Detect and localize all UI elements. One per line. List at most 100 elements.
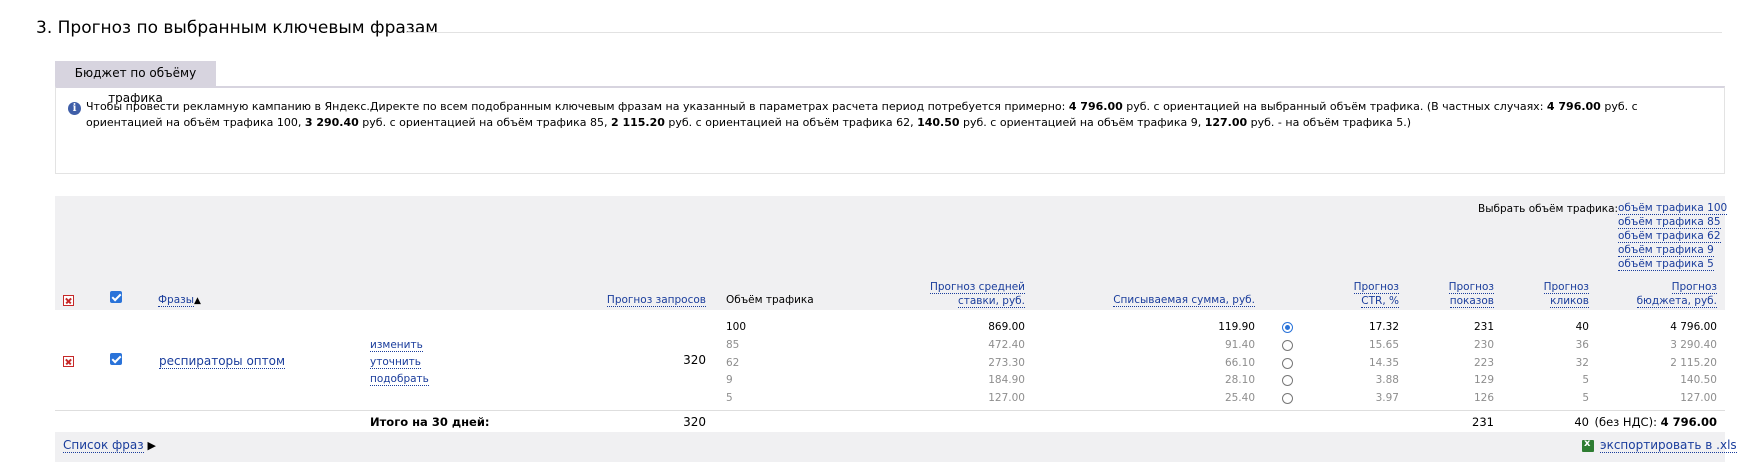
level-shows: 231 bbox=[1473, 321, 1494, 333]
header-ctr-line2[interactable]: CTR, % bbox=[1361, 295, 1399, 308]
info-value-62: 2 115.20 bbox=[610, 116, 665, 129]
header-bid-line2[interactable]: ставки, руб. bbox=[957, 295, 1025, 308]
level-ctr: 3.97 bbox=[1375, 392, 1399, 404]
level-bid: 869.00 bbox=[988, 321, 1025, 333]
info-text-part: руб. с ориентацией на объём трафика 9, bbox=[959, 116, 1205, 129]
header-ctr[interactable]: Прогноз bbox=[1353, 281, 1399, 294]
level-traffic: 85 bbox=[726, 339, 740, 351]
level-budget: 3 290.40 bbox=[1670, 339, 1717, 351]
forecast-info-box: i Чтобы провести рекламную кампанию в Ян… bbox=[55, 86, 1725, 174]
traffic-select-label: Выбрать объём трафика: bbox=[1478, 203, 1619, 215]
action-change[interactable]: изменить bbox=[370, 339, 423, 352]
level-budget: 127.00 bbox=[1680, 392, 1717, 404]
totals-shows: 231 bbox=[1472, 415, 1494, 429]
level-charge: 25.40 bbox=[1224, 392, 1255, 404]
forecast-summary-text: Чтобы провести рекламную кампанию в Янде… bbox=[86, 99, 1711, 131]
level-ctr: 15.65 bbox=[1368, 339, 1399, 351]
action-pick[interactable]: подобрать bbox=[370, 373, 429, 386]
totals-budget-value: 4 796.00 bbox=[1660, 415, 1717, 429]
info-text-part: Чтобы провести рекламную кампанию в Янде… bbox=[86, 100, 1069, 113]
header-charge[interactable]: Списываемая сумма, руб. bbox=[1113, 294, 1255, 307]
phrase-list-link[interactable]: Список фраз bbox=[63, 438, 144, 453]
section-divider bbox=[406, 32, 1722, 33]
level-ctr: 3.88 bbox=[1375, 374, 1399, 386]
export-xls-link[interactable]: экспортировать в .xls bbox=[1600, 438, 1737, 453]
level-shows: 129 bbox=[1473, 374, 1494, 386]
level-ctr: 14.35 bbox=[1368, 357, 1399, 369]
select-all-checkbox[interactable] bbox=[110, 291, 122, 303]
header-shows[interactable]: Прогноз bbox=[1448, 281, 1494, 294]
traffic-level-radio[interactable] bbox=[1282, 340, 1293, 351]
level-charge: 66.10 bbox=[1224, 357, 1255, 369]
level-bid: 184.90 bbox=[988, 374, 1025, 386]
totals-divider bbox=[55, 410, 1725, 411]
sort-asc-icon: ▲ bbox=[194, 296, 201, 306]
level-ctr: 17.32 bbox=[1368, 321, 1399, 333]
info-value-85: 3 290.40 bbox=[304, 116, 359, 129]
level-shows: 223 bbox=[1473, 357, 1494, 369]
action-refine[interactable]: уточнить bbox=[370, 356, 421, 369]
header-clicks-line2[interactable]: кликов bbox=[1550, 295, 1589, 308]
header-budget[interactable]: Прогноз bbox=[1671, 281, 1717, 294]
header-requests[interactable]: Прогноз запросов bbox=[606, 294, 706, 307]
totals-budget: (без НДС): 4 796.00 bbox=[1560, 415, 1718, 429]
traffic-option-9[interactable]: объём трафика 9 bbox=[1618, 244, 1714, 257]
level-budget: 2 115.20 bbox=[1670, 357, 1717, 369]
info-icon: i bbox=[68, 102, 81, 115]
header-clicks[interactable]: Прогноз bbox=[1543, 281, 1589, 294]
totals-requests: 320 bbox=[683, 415, 706, 429]
info-value-selected: 4 796.00 bbox=[1068, 100, 1123, 113]
info-text-part: руб. с ориентацией на объём трафика 62, bbox=[664, 116, 918, 129]
level-clicks: 32 bbox=[1575, 357, 1589, 369]
tab-budget-by-traffic[interactable]: Бюджет по объёму трафика bbox=[55, 61, 216, 105]
level-bid: 472.40 bbox=[988, 339, 1025, 351]
delete-phrase-icon[interactable] bbox=[63, 356, 74, 367]
totals-label: Итого на 30 дней: bbox=[370, 415, 490, 429]
header-traffic: Объём трафика bbox=[726, 294, 814, 306]
level-charge: 28.10 bbox=[1224, 374, 1255, 386]
header-bid[interactable]: Прогноз средней bbox=[929, 281, 1025, 294]
level-clicks: 5 bbox=[1582, 392, 1589, 404]
expand-arrow-icon: ▶ bbox=[147, 439, 156, 452]
traffic-level-radio[interactable] bbox=[1282, 358, 1293, 369]
phrase-checkbox[interactable] bbox=[110, 353, 122, 365]
traffic-option-62[interactable]: объём трафика 62 bbox=[1618, 230, 1721, 243]
info-text-part: руб. с ориентацией на объём трафика 85, bbox=[358, 116, 611, 129]
delete-all-icon[interactable] bbox=[63, 295, 74, 306]
info-value-100: 4 796.00 bbox=[1546, 100, 1601, 113]
phrase-requests: 320 bbox=[683, 353, 706, 367]
info-value-9: 140.50 bbox=[917, 116, 960, 129]
level-shows: 126 bbox=[1473, 392, 1494, 404]
header-shows-line2[interactable]: показов bbox=[1449, 295, 1494, 308]
level-bid: 273.30 bbox=[988, 357, 1025, 369]
level-budget: 4 796.00 bbox=[1670, 321, 1717, 333]
level-charge: 119.90 bbox=[1218, 321, 1255, 333]
level-traffic: 9 bbox=[726, 374, 733, 386]
table-footer bbox=[55, 432, 1725, 462]
traffic-option-5[interactable]: объём трафика 5 bbox=[1618, 258, 1714, 271]
phrase-link[interactable]: респираторы оптом bbox=[159, 354, 286, 369]
level-traffic: 5 bbox=[726, 392, 733, 404]
traffic-level-radio[interactable] bbox=[1282, 375, 1293, 386]
traffic-level-radio[interactable] bbox=[1282, 393, 1293, 404]
traffic-option-85[interactable]: объём трафика 85 bbox=[1618, 216, 1721, 229]
level-shows: 230 bbox=[1473, 339, 1494, 351]
level-clicks: 36 bbox=[1575, 339, 1589, 351]
info-value-5: 127.00 bbox=[1204, 116, 1248, 129]
level-traffic: 100 bbox=[726, 321, 747, 333]
traffic-option-100[interactable]: объём трафика 100 bbox=[1618, 202, 1728, 215]
level-clicks: 5 bbox=[1582, 374, 1589, 386]
info-text-part: руб. с ориентацией на выбранный объём тр… bbox=[1122, 100, 1547, 113]
traffic-level-radio[interactable] bbox=[1282, 322, 1293, 333]
sort-by-phrases[interactable]: Фразы bbox=[158, 294, 195, 307]
level-clicks: 40 bbox=[1575, 321, 1589, 333]
level-traffic: 62 bbox=[726, 357, 740, 369]
totals-budget-prefix: (без НДС): bbox=[1594, 415, 1661, 429]
info-text-part: руб. - на объём трафика 5.) bbox=[1247, 116, 1412, 129]
level-bid: 127.00 bbox=[988, 392, 1025, 404]
level-charge: 91.40 bbox=[1224, 339, 1255, 351]
header-budget-line2[interactable]: бюджета, руб. bbox=[1636, 295, 1717, 308]
level-budget: 140.50 bbox=[1680, 374, 1717, 386]
excel-icon bbox=[1582, 438, 1594, 452]
section-title: 3. Прогноз по выбранным ключевым фразам bbox=[36, 18, 439, 38]
